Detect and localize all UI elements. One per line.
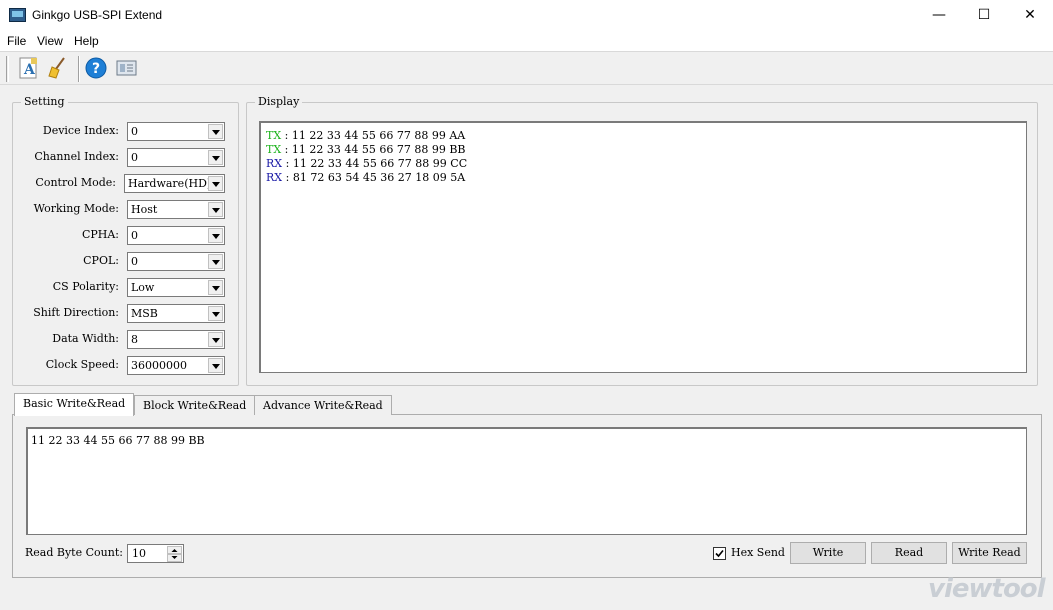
log-direction: RX (266, 171, 283, 184)
data-width-label: Data Width: (52, 332, 119, 345)
clear-broom-icon[interactable] (46, 56, 70, 80)
log-data: 81 72 63 54 45 36 27 18 09 5A (292, 171, 466, 184)
shift-direction-combo[interactable]: MSB (127, 304, 225, 323)
maximize-button[interactable]: ☐ (961, 0, 1007, 31)
write-read-button[interactable]: Write Read (952, 542, 1027, 564)
title-bar: Ginkgo USB-SPI Extend — ☐ ✕ (0, 0, 1053, 31)
chevron-down-icon[interactable] (208, 306, 223, 321)
working-mode-value: Host (131, 203, 158, 216)
cs-polarity-value: Low (131, 281, 155, 294)
working-mode-combo[interactable]: Host (127, 200, 225, 219)
font-icon[interactable]: A (17, 56, 41, 80)
cpha-value: 0 (131, 229, 138, 242)
log-direction: TX (266, 143, 282, 156)
spin-down-icon[interactable] (167, 554, 182, 562)
clock-speed-value: 36000000 (131, 359, 187, 372)
menu-file[interactable]: File (7, 34, 26, 48)
chevron-down-icon[interactable] (208, 124, 223, 139)
device-index-label: Device Index: (42, 124, 119, 137)
control-mode-label: Control Mode: (35, 176, 116, 189)
send-data-input[interactable]: 11 22 33 44 55 66 77 88 99 BB (26, 427, 1027, 535)
read-byte-count-spinner[interactable]: 10 (127, 544, 184, 563)
chevron-down-icon[interactable] (208, 176, 223, 191)
cpol-combo[interactable]: 0 (127, 252, 225, 271)
log-direction: RX (266, 157, 283, 170)
hex-send-checkbox[interactable] (713, 547, 726, 560)
menu-view[interactable]: View (37, 34, 63, 48)
cpha-combo[interactable]: 0 (127, 226, 225, 245)
control-mode-value: Hardware(HD) (128, 177, 212, 190)
tab-block-write-read[interactable]: Block Write&Read (134, 395, 256, 415)
cpol-value: 0 (131, 255, 138, 268)
cs-polarity-combo[interactable]: Low (127, 278, 225, 297)
menu-help[interactable]: Help (74, 34, 99, 48)
shift-direction-label: Shift Direction: (33, 306, 119, 319)
log-line: RX : 81 72 63 54 45 36 27 18 09 5A (266, 171, 465, 184)
log-data: 11 22 33 44 55 66 77 88 99 AA (291, 129, 466, 142)
log-separator: : (285, 157, 290, 170)
chevron-down-icon[interactable] (208, 150, 223, 165)
log-line: TX : 11 22 33 44 55 66 77 88 99 AA (266, 129, 465, 142)
data-width-combo[interactable]: 8 (127, 330, 225, 349)
svg-text:A: A (23, 62, 36, 78)
read-byte-count-label: Read Byte Count: (25, 546, 123, 559)
toolbar: A ? (0, 51, 1053, 85)
about-icon[interactable] (114, 56, 138, 80)
read-byte-count-value: 10 (132, 547, 146, 560)
hex-send-label: Hex Send (731, 546, 785, 559)
cpha-label: CPHA: (81, 228, 119, 241)
tab-basic-write-read[interactable]: Basic Write&Read (14, 393, 135, 416)
log-direction: TX (266, 129, 282, 142)
log-data: 11 22 33 44 55 66 77 88 99 CC (292, 157, 468, 170)
chevron-down-icon[interactable] (208, 254, 223, 269)
read-button[interactable]: Read (871, 542, 947, 564)
send-data-text: 11 22 33 44 55 66 77 88 99 BB (31, 434, 205, 447)
minimize-button[interactable]: — (916, 0, 962, 31)
cs-polarity-label: CS Polarity: (52, 280, 119, 293)
log-line: TX : 11 22 33 44 55 66 77 88 99 BB (266, 143, 466, 156)
svg-text:?: ? (92, 61, 100, 77)
chevron-down-icon[interactable] (208, 202, 223, 217)
close-button[interactable]: ✕ (1007, 0, 1053, 31)
toolbar-separator (78, 56, 80, 82)
spin-up-icon[interactable] (167, 546, 182, 554)
menu-bar: File View Help (0, 31, 1053, 51)
device-index-combo[interactable]: 0 (127, 122, 225, 141)
clock-speed-label: Clock Speed: (45, 358, 119, 371)
channel-index-label: Channel Index: (34, 150, 119, 163)
app-icon (9, 8, 26, 22)
log-separator: : (285, 171, 290, 184)
log-line: RX : 11 22 33 44 55 66 77 88 99 CC (266, 157, 467, 170)
chevron-down-icon[interactable] (208, 332, 223, 347)
setting-group-title: Setting (21, 95, 68, 108)
window-title: Ginkgo USB-SPI Extend (32, 8, 163, 22)
viewtool-logo: viewtool (928, 574, 1046, 604)
toolbar-grip (6, 56, 9, 82)
working-mode-label: Working Mode: (33, 202, 119, 215)
display-group-title: Display (255, 95, 303, 108)
display-log[interactable]: TX : 11 22 33 44 55 66 77 88 99 AA TX : … (259, 121, 1027, 373)
chevron-down-icon[interactable] (208, 280, 223, 295)
write-button[interactable]: Write (790, 542, 866, 564)
cpol-label: CPOL: (83, 254, 119, 267)
control-mode-combo[interactable]: Hardware(HD) (124, 174, 225, 193)
help-icon[interactable]: ? (84, 56, 108, 80)
chevron-down-icon[interactable] (208, 358, 223, 373)
log-data: 11 22 33 44 55 66 77 88 99 BB (291, 143, 466, 156)
log-separator: : (284, 129, 289, 142)
data-width-value: 8 (131, 333, 138, 346)
channel-index-combo[interactable]: 0 (127, 148, 225, 167)
shift-direction-value: MSB (131, 307, 158, 320)
tab-advance-write-read[interactable]: Advance Write&Read (254, 395, 392, 415)
channel-index-value: 0 (131, 151, 138, 164)
clock-speed-combo[interactable]: 36000000 (127, 356, 225, 375)
chevron-down-icon[interactable] (208, 228, 223, 243)
log-separator: : (284, 143, 289, 156)
device-index-value: 0 (131, 125, 138, 138)
